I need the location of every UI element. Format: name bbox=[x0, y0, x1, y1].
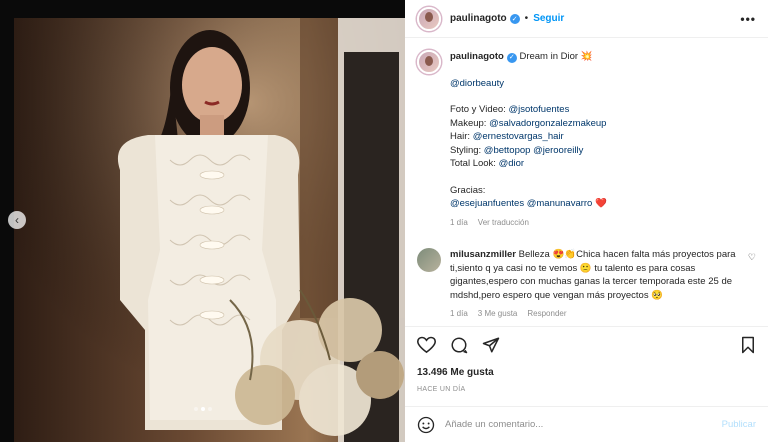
comment-body: milusanzmiller Belleza 😍👏Chica hacen fal… bbox=[450, 248, 740, 321]
header-username[interactable]: paulinagoto bbox=[450, 13, 507, 24]
post-modal: ‹ paulinagoto ✓ • Seguir ••• paulinagoto… bbox=[0, 0, 768, 442]
follow-button[interactable]: Seguir bbox=[533, 13, 564, 24]
photo-illustration bbox=[14, 18, 405, 442]
likes-count[interactable]: 13.496 Me gusta bbox=[417, 367, 756, 378]
thanks-label: Gracias: bbox=[450, 184, 486, 196]
carousel-dot bbox=[193, 407, 198, 411]
comment-avatar[interactable] bbox=[417, 248, 441, 272]
verified-icon: ✓ bbox=[509, 13, 520, 24]
post-header: paulinagoto ✓ • Seguir ••• bbox=[405, 0, 768, 38]
comments-scroll[interactable]: paulinagoto ✓ Dream in Dior 💥 @diorbeauty… bbox=[405, 38, 768, 326]
emoji-icon[interactable] bbox=[417, 416, 435, 434]
credit-line: Foto y Video: @jsotofuentes bbox=[450, 104, 570, 115]
credit-line: Total Look: @dior bbox=[450, 158, 525, 169]
caption-username[interactable]: paulinagoto bbox=[450, 51, 504, 62]
caption: paulinagoto ✓ Dream in Dior 💥 @diorbeauty… bbox=[417, 50, 756, 229]
carousel-dot bbox=[207, 407, 212, 411]
post-side-panel: paulinagoto ✓ • Seguir ••• paulinagoto ✓ … bbox=[405, 0, 768, 442]
publish-button[interactable]: Publicar bbox=[722, 419, 756, 430]
caption-body: paulinagoto ✓ Dream in Dior 💥 @diorbeauty… bbox=[450, 50, 607, 229]
translate-link[interactable]: Ver traducción bbox=[478, 216, 529, 230]
thanks-line: @esejuanfuentes @manunavarro ❤️ bbox=[450, 198, 607, 209]
credit-line: Hair: @ernestovargas_hair bbox=[450, 131, 564, 142]
post-photo[interactable]: ‹ bbox=[0, 0, 405, 442]
credit-line: Makeup: @salvadorgonzalezmakeup bbox=[450, 117, 607, 129]
reply-button[interactable]: Responder bbox=[527, 307, 566, 321]
post-timestamp[interactable]: HACE UN DÍA bbox=[417, 386, 756, 393]
comment-composer: Añade un comentario... Publicar bbox=[405, 406, 768, 442]
caption-avatar[interactable] bbox=[417, 50, 441, 74]
caption-time[interactable]: 1 día bbox=[450, 216, 468, 230]
carousel-dot-active bbox=[200, 407, 205, 411]
share-icon[interactable] bbox=[482, 336, 500, 354]
credit-line: Styling: @bettopop @jerooreilly bbox=[450, 144, 584, 156]
comment-input[interactable]: Añade un comentario... bbox=[445, 419, 543, 430]
actions-bar: 13.496 Me gusta HACE UN DÍA bbox=[405, 326, 768, 393]
comment-time[interactable]: 1 día bbox=[450, 307, 468, 321]
separator: • bbox=[524, 13, 529, 24]
more-icon[interactable]: ••• bbox=[740, 12, 756, 26]
comment-username[interactable]: milusanzmiller bbox=[450, 249, 516, 260]
carousel-dots bbox=[0, 407, 405, 411]
comment-likes[interactable]: 3 Me gusta bbox=[478, 307, 518, 321]
caption-meta: 1 día Ver traducción bbox=[450, 216, 607, 230]
caption-text: Dream in Dior 💥 bbox=[519, 51, 593, 62]
comment-icon[interactable] bbox=[450, 336, 468, 354]
avatar[interactable] bbox=[417, 6, 441, 31]
comment-heart-icon[interactable]: ♡ bbox=[748, 252, 756, 263]
heart-icon[interactable] bbox=[417, 336, 436, 354]
bookmark-icon[interactable] bbox=[740, 336, 756, 354]
comment-meta: 1 día 3 Me gusta Responder bbox=[450, 307, 740, 321]
comment-item: milusanzmiller Belleza 😍👏Chica hacen fal… bbox=[417, 248, 756, 321]
mention-link[interactable]: @diorbeauty bbox=[450, 77, 607, 91]
chevron-left-icon[interactable]: ‹ bbox=[8, 211, 26, 229]
verified-icon: ✓ bbox=[506, 52, 517, 63]
